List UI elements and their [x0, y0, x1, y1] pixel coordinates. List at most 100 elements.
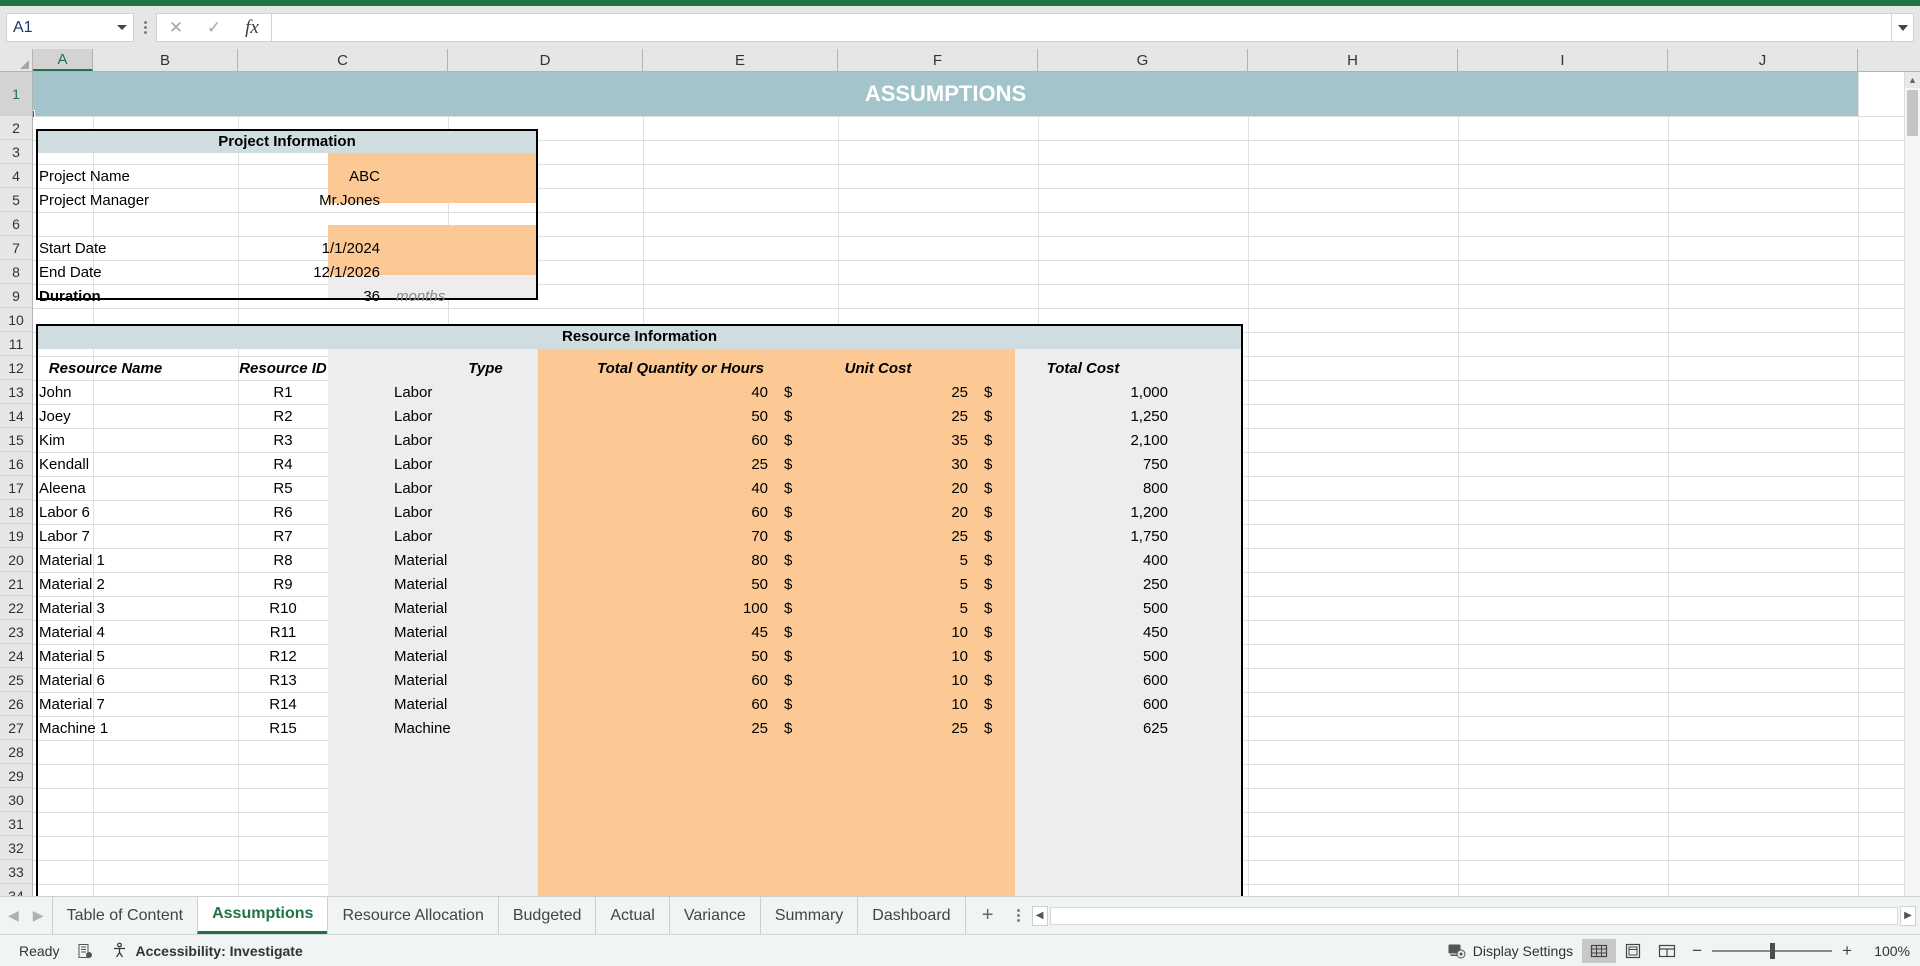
name-box[interactable]: A1	[6, 13, 134, 42]
vertical-scrollbar-thumb[interactable]	[1907, 90, 1918, 136]
sheet-tab-assumptions[interactable]: Assumptions	[197, 897, 327, 934]
resource-unit-cost-7[interactable]: 5	[778, 548, 972, 572]
row-header-12[interactable]: 12	[0, 356, 32, 380]
sheet-tab-variance[interactable]: Variance	[669, 897, 760, 934]
resource-unit-cost-12[interactable]: 10	[778, 668, 972, 692]
resource-total-cost-13[interactable]: 600	[978, 692, 1172, 716]
resource-name-12[interactable]: Material 6	[35, 668, 176, 692]
resource-type-10[interactable]: Material	[390, 620, 581, 644]
resource-id-13[interactable]: R14	[178, 692, 388, 716]
row-header-32[interactable]: 32	[0, 836, 32, 860]
resource-qty-3[interactable]: 25	[583, 452, 772, 476]
resource-header-2[interactable]: Type	[388, 356, 583, 380]
resource-id-8[interactable]: R9	[178, 572, 388, 596]
page-layout-view-button[interactable]	[1616, 939, 1650, 963]
resource-unit-cost-6[interactable]: 25	[778, 524, 972, 548]
chevron-down-icon[interactable]	[117, 25, 127, 30]
resource-header-0[interactable]: Resource Name	[33, 356, 178, 380]
accessibility-checker[interactable]: Accessibility: Investigate	[102, 942, 311, 959]
resource-unit-cost-5[interactable]: 20	[778, 500, 972, 524]
resource-total-cost-0[interactable]: 1,000	[978, 380, 1172, 404]
row-header-30[interactable]: 30	[0, 788, 32, 812]
resource-qty-12[interactable]: 60	[583, 668, 772, 692]
resource-total-cost-9[interactable]: 500	[978, 596, 1172, 620]
resource-type-13[interactable]: Material	[390, 692, 581, 716]
resource-id-9[interactable]: R10	[178, 596, 388, 620]
row-header-29[interactable]: 29	[0, 764, 32, 788]
resource-unit-cost-2[interactable]: 35	[778, 428, 972, 452]
scroll-right-icon[interactable]: ▶	[1900, 906, 1916, 926]
row-header-5[interactable]: 5	[0, 188, 32, 212]
horizontal-scrollbar-track[interactable]	[1050, 907, 1898, 925]
resource-unit-cost-11[interactable]: 10	[778, 644, 972, 668]
formula-bar-expand-button[interactable]	[1892, 13, 1914, 42]
resource-qty-9[interactable]: 100	[583, 596, 772, 620]
resource-qty-10[interactable]: 45	[583, 620, 772, 644]
cancel-icon[interactable]: ✕	[157, 14, 195, 41]
column-header-c[interactable]: C	[238, 49, 448, 71]
resource-total-cost-10[interactable]: 450	[978, 620, 1172, 644]
project-info-unit-5[interactable]: months	[392, 284, 587, 308]
resource-id-0[interactable]: R1	[178, 380, 388, 404]
resource-total-cost-3[interactable]: 750	[978, 452, 1172, 476]
row-header-16[interactable]: 16	[0, 452, 32, 476]
resource-qty-11[interactable]: 50	[583, 644, 772, 668]
row-header-28[interactable]: 28	[0, 740, 32, 764]
zoom-slider-thumb[interactable]	[1770, 943, 1775, 959]
resource-total-cost-2[interactable]: 2,100	[978, 428, 1172, 452]
zoom-out-button[interactable]: −	[1692, 941, 1702, 961]
scroll-left-icon[interactable]: ◀	[1032, 906, 1048, 926]
resource-unit-cost-8[interactable]: 5	[778, 572, 972, 596]
resource-total-cost-4[interactable]: 800	[978, 476, 1172, 500]
row-header-27[interactable]: 27	[0, 716, 32, 740]
resource-name-9[interactable]: Material 3	[35, 596, 176, 620]
sheet-tab-budgeted[interactable]: Budgeted	[498, 897, 596, 934]
horizontal-scrollbar[interactable]: ◀ ▶	[1028, 897, 1920, 934]
resource-header-4[interactable]: Unit Cost	[778, 356, 978, 380]
resource-unit-cost-4[interactable]: 20	[778, 476, 972, 500]
resource-unit-cost-13[interactable]: 10	[778, 692, 972, 716]
fx-icon[interactable]: fx	[233, 14, 271, 41]
sheet-tab-resource-allocation[interactable]: Resource Allocation	[327, 897, 497, 934]
resource-unit-cost-1[interactable]: 25	[778, 404, 972, 428]
resource-header-5[interactable]: Total Cost	[978, 356, 1188, 380]
resource-id-14[interactable]: R15	[178, 716, 388, 740]
resource-unit-cost-14[interactable]: 25	[778, 716, 972, 740]
resource-type-14[interactable]: Machine	[390, 716, 581, 740]
resource-total-cost-14[interactable]: 625	[978, 716, 1172, 740]
resource-type-8[interactable]: Material	[390, 572, 581, 596]
resource-qty-13[interactable]: 60	[583, 692, 772, 716]
resource-name-13[interactable]: Material 7	[35, 692, 176, 716]
resource-total-cost-11[interactable]: 500	[978, 644, 1172, 668]
row-header-9[interactable]: 9	[0, 284, 32, 308]
recording-macro-button[interactable]	[68, 943, 102, 959]
resource-name-1[interactable]: Joey	[35, 404, 176, 428]
row-header-6[interactable]: 6	[0, 212, 32, 236]
resource-total-cost-7[interactable]: 400	[978, 548, 1172, 572]
row-header-19[interactable]: 19	[0, 524, 32, 548]
resource-name-10[interactable]: Material 4	[35, 620, 176, 644]
resource-total-cost-5[interactable]: 1,200	[978, 500, 1172, 524]
row-header-1[interactable]: 1	[0, 72, 32, 116]
resource-id-11[interactable]: R12	[178, 644, 388, 668]
row-header-4[interactable]: 4	[0, 164, 32, 188]
row-header-7[interactable]: 7	[0, 236, 32, 260]
column-header-g[interactable]: G	[1038, 49, 1248, 71]
column-header-h[interactable]: H	[1248, 49, 1458, 71]
row-header-11[interactable]: 11	[0, 332, 32, 356]
resource-id-1[interactable]: R2	[178, 404, 388, 428]
row-header-26[interactable]: 26	[0, 692, 32, 716]
sheet-tab-dashboard[interactable]: Dashboard	[857, 897, 965, 934]
project-info-value-5[interactable]: 36	[178, 284, 384, 308]
resource-name-0[interactable]: John	[35, 380, 176, 404]
row-header-34[interactable]: 34	[0, 884, 32, 896]
row-header-3[interactable]: 3	[0, 140, 32, 164]
resource-qty-4[interactable]: 40	[583, 476, 772, 500]
row-header-21[interactable]: 21	[0, 572, 32, 596]
resource-unit-cost-3[interactable]: 30	[778, 452, 972, 476]
sheet-tab-table-of-content[interactable]: Table of Content	[52, 897, 198, 934]
column-header-j[interactable]: J	[1668, 49, 1858, 71]
resource-qty-6[interactable]: 70	[583, 524, 772, 548]
resource-qty-2[interactable]: 60	[583, 428, 772, 452]
row-header-25[interactable]: 25	[0, 668, 32, 692]
